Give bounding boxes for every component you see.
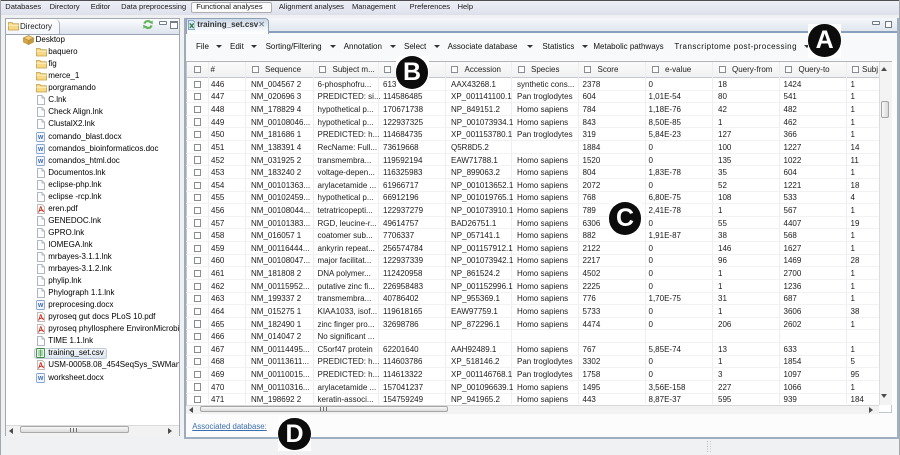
- svg-text:W: W: [38, 135, 44, 141]
- svg-text:W: W: [38, 159, 44, 165]
- svg-text:W: W: [38, 303, 44, 309]
- svg-text:W: W: [38, 376, 44, 382]
- svg-text:W: W: [38, 147, 44, 153]
